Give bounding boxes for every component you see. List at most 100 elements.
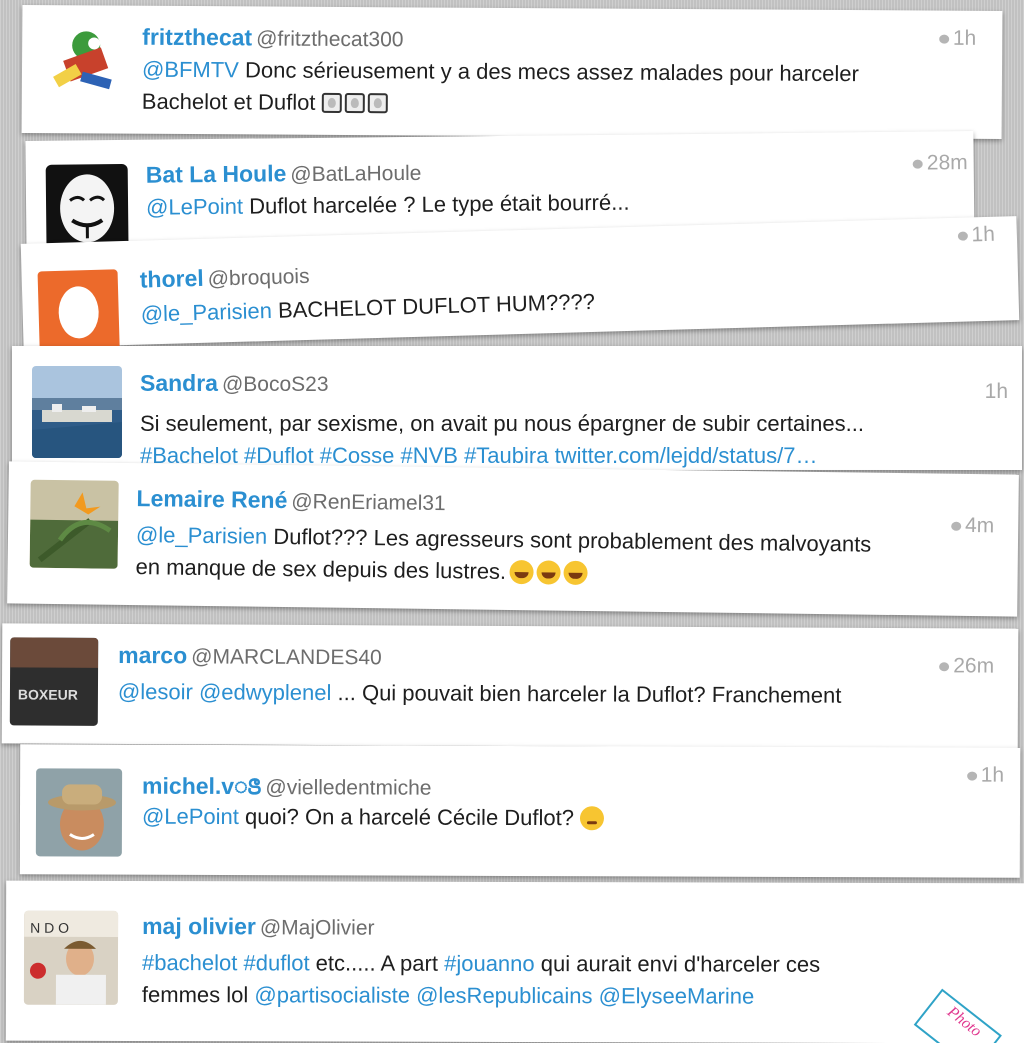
egg-avatar-icon	[58, 286, 99, 339]
tweet-text: @LePoint Duflot harcelée ? Le type était…	[146, 187, 630, 224]
speech-bubble-icon	[966, 771, 977, 781]
avatar[interactable]	[37, 269, 120, 352]
timestamp: 1h	[938, 27, 976, 51]
alien-emoji-icon	[367, 93, 388, 114]
user-handle[interactable]: @RenEriamel31	[291, 490, 446, 515]
time-label: 28m	[926, 151, 968, 175]
display-name[interactable]: marco	[118, 642, 187, 668]
cartoon-cat-avatar-icon	[53, 31, 112, 90]
avatar[interactable]	[29, 479, 119, 569]
svg-text:BOXEUR: BOXEUR	[18, 686, 78, 702]
timestamp: 1h	[985, 380, 1008, 404]
time-label: 4m	[964, 513, 995, 538]
user-handle[interactable]: @vielledentmiche	[265, 776, 431, 800]
author-name[interactable]: marco @MARCLANDES40	[118, 642, 382, 670]
avatar[interactable]: N D O	[23, 910, 119, 1005]
tweet-text: @le_Parisien BACHELOT DUFLOT HUM????	[140, 286, 595, 331]
mention-link[interactable]: @LePoint	[142, 804, 239, 829]
boxeur-tshirt-avatar-icon: BOXEUR	[10, 637, 99, 703]
tweet-text: @le_Parisien Duflot??? Les agresseurs so…	[135, 519, 871, 593]
harbor-photo-avatar-icon	[32, 404, 122, 458]
user-handle[interactable]: @BocoS23	[222, 373, 329, 396]
time-label: 26m	[953, 654, 995, 678]
display-name[interactable]: maj olivier	[142, 913, 256, 939]
timestamp: 28m	[912, 151, 968, 176]
alien-emoji-icon	[321, 92, 342, 113]
tweet-line: Donc sérieusement y a des mecs assez mal…	[244, 57, 859, 87]
avatar[interactable]: BOXEUR	[9, 637, 99, 726]
tweet-line: en manque de sex depuis des lustres.	[135, 554, 507, 584]
speech-bubble-icon	[938, 34, 949, 44]
mention-link[interactable]: @le_Parisien	[136, 522, 268, 549]
speech-bubble-icon	[957, 231, 968, 241]
tweet-text: #bachelot #duflot etc..... A part #jouan…	[142, 947, 820, 1013]
winking-emoji-icon	[579, 806, 605, 831]
tweet-text: @LePoint quoi? On a harcelé Cécile Duflo…	[142, 801, 605, 835]
speech-bubble-icon	[912, 159, 923, 169]
laughing-emoji-icon	[508, 559, 534, 585]
mention-link[interactable]: @edwyplenel	[199, 679, 332, 705]
author-name[interactable]: Bat La Houle @BatLaHoule	[146, 159, 422, 189]
tweet-line: Si seulement, par sexisme, on avait pu n…	[140, 411, 864, 436]
avatar[interactable]	[45, 163, 129, 249]
display-name[interactable]: Lemaire René	[136, 485, 287, 513]
tweet-text: @lesoir @edwyplenel ... Qui pouvait bien…	[118, 676, 842, 712]
tweet-card[interactable]: fritzthecat @fritzthecat300 1h @BFMTV Don…	[21, 5, 1003, 139]
tweet-text: Si seulement, par sexisme, on avait pu n…	[140, 408, 864, 472]
laughing-emoji-icon	[535, 560, 561, 585]
time-label: 1h	[980, 763, 1005, 787]
author-name[interactable]: thorel @broquois	[139, 262, 309, 294]
user-handle[interactable]: @broquois	[207, 265, 309, 291]
mention-link[interactable]: @lesoir	[118, 679, 193, 704]
timestamp: 1h	[957, 223, 995, 248]
mention-link[interactable]: @le_Parisien	[140, 298, 272, 327]
speech-bubble-icon	[950, 521, 962, 531]
user-handle[interactable]: @BatLaHoule	[290, 162, 421, 186]
alien-emoji-icon	[344, 92, 365, 114]
tweet-fragment: femmes lol	[141, 982, 249, 1008]
author-name[interactable]: Sandra @BocoS23	[140, 370, 329, 397]
author-name[interactable]: michel.vꢺ @vielledentmiche	[142, 769, 432, 802]
display-name[interactable]: Bat La Houle	[146, 160, 287, 187]
mentions[interactable]: @partisocialiste @lesRepublicains @Elyse…	[254, 982, 754, 1008]
avatar[interactable]	[35, 768, 123, 857]
timestamp: 1h	[966, 763, 1005, 788]
author-name[interactable]: Lemaire René @RenEriamel31	[136, 485, 446, 516]
tweet-text: @BFMTV Donc sérieusement y a des mecs as…	[142, 54, 859, 122]
author-name[interactable]: maj olivier @MajOlivier	[142, 913, 375, 941]
tweet-body: Duflot harcelée ? Le type était bourré..…	[249, 189, 630, 219]
tweet-body: BACHELOT DUFLOT HUM????	[277, 288, 596, 323]
svg-text:N D O: N D O	[30, 920, 69, 936]
timestamp: 26m	[939, 654, 994, 678]
mention-link[interactable]: @LePoint	[146, 194, 243, 220]
tweet-card[interactable]: michel.vꢺ @vielledentmiche 1h @LePoint qu…	[19, 744, 1021, 878]
mention-link[interactable]: @BFMTV	[142, 57, 239, 83]
author-name[interactable]: fritzthecat @fritzthecat300	[142, 24, 403, 53]
hashtag[interactable]: #jouanno	[444, 951, 535, 976]
tweet-card[interactable]: N D O maj olivier @MajOlivier #bachelot #…	[5, 880, 1024, 1043]
hashtags[interactable]: #bachelot #duflot	[142, 950, 310, 975]
tweet-card[interactable]: Lemaire René @RenEriamel31 4m @le_Parisie…	[7, 461, 1019, 617]
user-handle[interactable]: @MajOlivier	[260, 916, 375, 939]
time-label: 1h	[971, 222, 996, 247]
display-name[interactable]: fritzthecat	[142, 24, 252, 51]
avatar[interactable]	[32, 366, 122, 458]
display-name[interactable]: thorel	[139, 265, 204, 293]
user-handle[interactable]: @fritzthecat300	[256, 27, 404, 51]
stamp-label: Photo	[944, 1003, 985, 1041]
user-handle[interactable]: @MARCLANDES40	[191, 645, 382, 669]
tweet-body: quoi? On a harcelé Cécile Duflot?	[245, 804, 575, 831]
man-portrait-avatar-icon: N D O	[24, 910, 119, 1005]
tweet-fragment: etc..... A part	[315, 950, 439, 976]
laughing-emoji-icon	[562, 560, 588, 585]
tweet-body: ... Qui pouvait bien harceler la Duflot?…	[337, 680, 842, 708]
display-name[interactable]: Sandra	[140, 370, 218, 396]
photo-stamp-icon: Photo	[913, 988, 1002, 1043]
tweet-card[interactable]: BOXEUR marco @MARCLANDES40 26m @lesoir @e…	[1, 623, 1019, 749]
display-name[interactable]: michel.vꢺ	[142, 773, 261, 799]
man-with-hat-avatar-icon	[48, 784, 117, 851]
tweet-line: Bachelot et Duflot	[141, 88, 316, 115]
tweet-card[interactable]: Sandra @BocoS23 1h Si seulement, par sexi…	[12, 346, 1022, 470]
speech-bubble-icon	[939, 662, 950, 672]
avatar[interactable]	[35, 15, 127, 106]
